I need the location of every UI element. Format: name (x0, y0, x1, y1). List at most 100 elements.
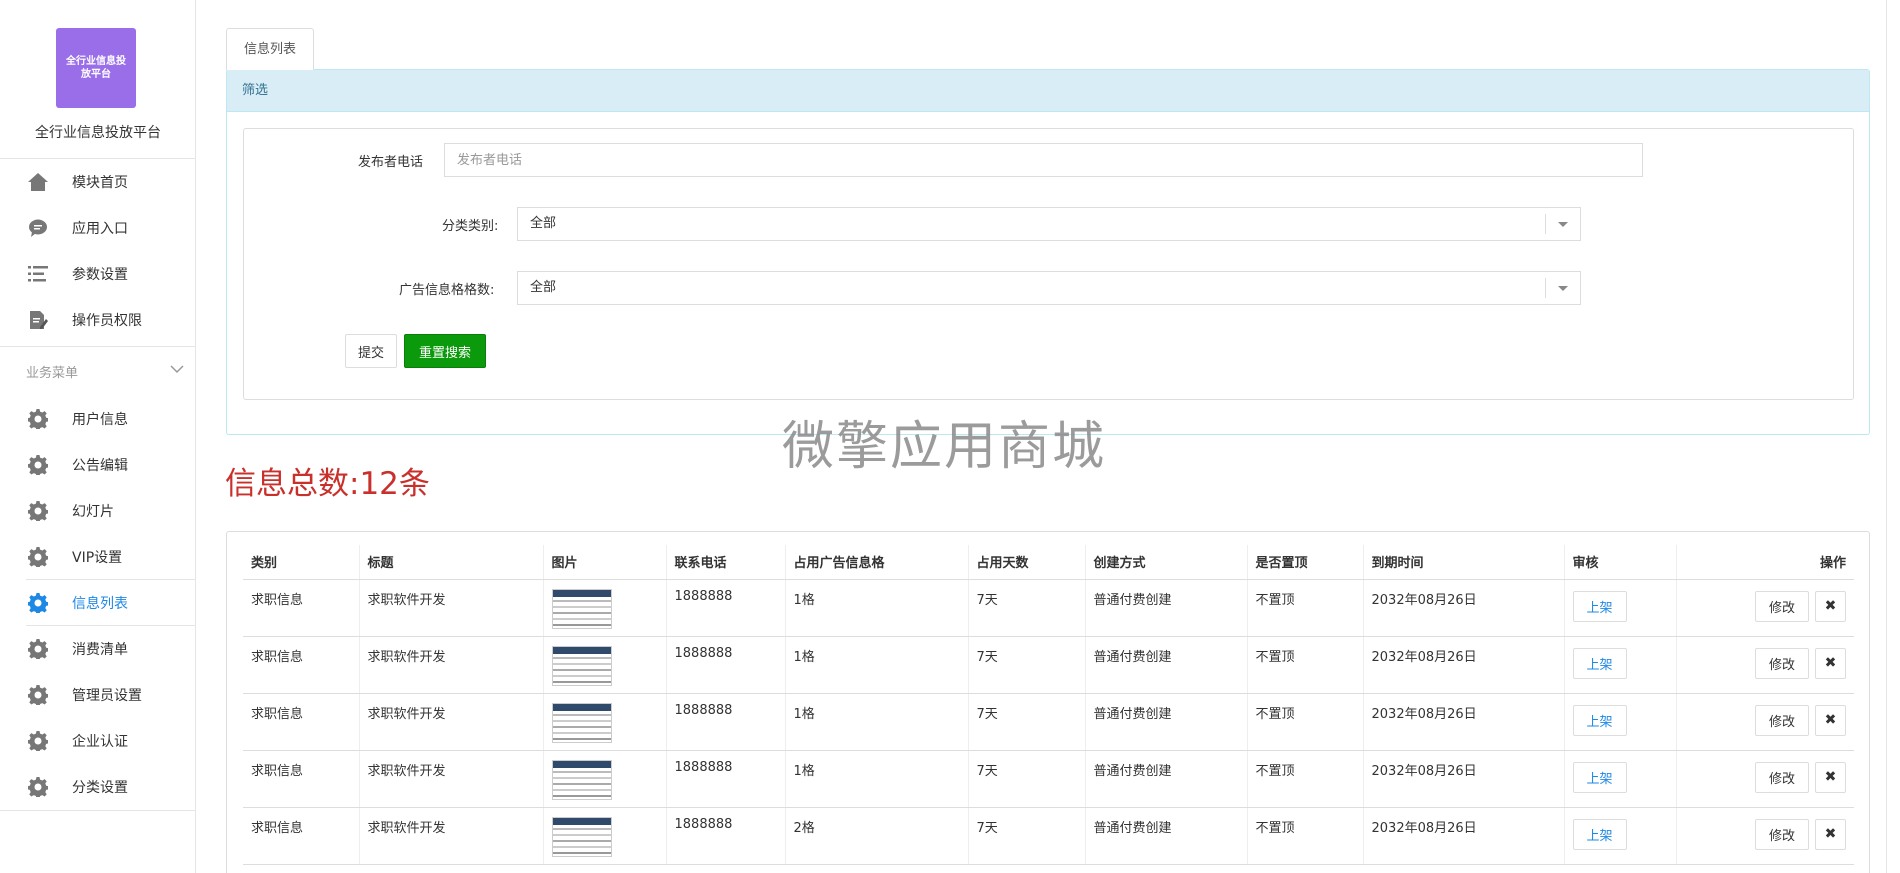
sidebar-item-slideshow[interactable]: 幻灯片 (0, 487, 196, 533)
page-right-border (1886, 0, 1887, 873)
cell-review: 上架 (1564, 636, 1677, 694)
info-table-panel: 类别 标题 图片 联系电话 占用广告信息格 占用天数 创建方式 是否置顶 到期时… (226, 531, 1870, 873)
sidebar-divider (0, 810, 196, 811)
cell-title: 求职软件开发 (359, 750, 544, 808)
cell-phone: 1888888 (666, 807, 786, 865)
cell-pinned: 不置顶 (1247, 579, 1364, 637)
edit-button[interactable]: 修改 (1755, 647, 1809, 679)
sidebar-item-vip-settings[interactable]: VIP设置 (0, 533, 196, 579)
publish-button[interactable]: 上架 (1572, 590, 1627, 622)
cell-phone: 1888888 (666, 750, 786, 808)
cell-review: 上架 (1564, 750, 1677, 808)
delete-button[interactable]: ✖ (1815, 761, 1846, 793)
cell-category: 求职信息 (243, 579, 360, 637)
cell-days: 7天 (968, 693, 1086, 751)
sidebar-item-label: 应用入口 (72, 221, 128, 237)
submit-button[interactable]: 提交 (345, 334, 397, 368)
publish-button[interactable]: 上架 (1572, 704, 1627, 736)
sidebar-item-label: 模块首页 (72, 175, 128, 191)
sidebar-section-title: 业务菜单 (26, 366, 79, 381)
list-icon (27, 263, 49, 285)
cell-ad-slots: 2格 (785, 807, 969, 865)
gear-icon (27, 638, 49, 660)
sidebar-item-admin-settings[interactable]: 管理员设置 (0, 671, 196, 717)
delete-button[interactable]: ✖ (1815, 590, 1846, 622)
cell-pinned: 不置顶 (1247, 636, 1364, 694)
col-header-image: 图片 (543, 545, 667, 580)
thumbnail-image[interactable] (551, 645, 612, 686)
table-row: 求职信息 求职软件开发 1888888 2格 7天 普通付费创建 不置顶 203… (243, 807, 1854, 865)
logo-text: 全行业信息投放平台 (66, 56, 126, 80)
tab-info-list[interactable]: 信息列表 (226, 28, 314, 70)
cell-image (543, 636, 667, 694)
table-row: 求职信息 求职软件开发 1888888 1格 7天 普通付费创建 不置顶 203… (243, 579, 1854, 637)
thumbnail-image[interactable] (551, 702, 612, 743)
watermark: 微擎应用商城 (782, 417, 1107, 477)
col-header-title: 标题 (359, 545, 544, 580)
col-header-pinned: 是否置顶 (1247, 545, 1364, 580)
gear-icon (27, 408, 49, 430)
cell-expire: 2032年08月26日 (1363, 693, 1565, 751)
publish-button[interactable]: 上架 (1572, 647, 1627, 679)
sidebar-item-announcement[interactable]: 公告编辑 (0, 441, 196, 487)
publish-button[interactable]: 上架 (1572, 818, 1627, 850)
cell-actions: 修改 ✖ (1676, 750, 1854, 808)
table-row: 求职信息 求职软件开发 1888888 1格 7天 普通付费创建 不置顶 203… (243, 693, 1854, 751)
edit-button[interactable]: 修改 (1755, 590, 1809, 622)
cell-image (543, 579, 667, 637)
cell-phone: 1888888 (666, 579, 786, 637)
delete-button[interactable]: ✖ (1815, 647, 1846, 679)
caret-down-icon (1558, 286, 1568, 291)
sidebar-item-user-info[interactable]: 用户信息 (0, 395, 196, 441)
cell-actions: 修改 ✖ (1676, 693, 1854, 751)
delete-button[interactable]: ✖ (1815, 704, 1846, 736)
table-row: 求职信息 求职软件开发 1888888 1格 7天 普通付费创建 不置顶 203… (243, 750, 1854, 808)
col-header-days: 占用天数 (968, 545, 1086, 580)
cell-ad-slots: 1格 (785, 693, 969, 751)
filter-panel: 筛选 发布者电话 分类类别: 全部 广告信息格格数: 全部 (226, 69, 1870, 435)
sidebar-item-label: 信息列表 (72, 596, 128, 612)
cell-title: 求职软件开发 (359, 807, 544, 865)
phone-search-input[interactable] (444, 143, 1643, 177)
sidebar-item-consumption[interactable]: 消费清单 (0, 625, 196, 671)
sidebar-item-operator-permissions[interactable]: 操作员权限 (0, 296, 196, 342)
sidebar-item-home[interactable]: 模块首页 (0, 158, 196, 204)
gear-icon (27, 684, 49, 706)
delete-button[interactable]: ✖ (1815, 818, 1846, 850)
cell-create-method: 普通付费创建 (1085, 693, 1248, 751)
sidebar-item-app-entry[interactable]: 应用入口 (0, 204, 196, 250)
sidebar-item-info-list[interactable]: 信息列表 (0, 579, 196, 625)
ad-slots-select[interactable]: 全部 (517, 271, 1581, 305)
category-select[interactable]: 全部 (517, 207, 1581, 241)
sidebar-item-category-settings[interactable]: 分类设置 (0, 763, 196, 809)
edit-button[interactable]: 修改 (1755, 818, 1809, 850)
thumbnail-image[interactable] (551, 816, 612, 857)
publish-button[interactable]: 上架 (1572, 761, 1627, 793)
cell-title: 求职软件开发 (359, 636, 544, 694)
reset-search-button[interactable]: 重置搜索 (404, 334, 486, 368)
sidebar-item-label: 分类设置 (72, 780, 128, 796)
sidebar-item-params[interactable]: 参数设置 (0, 250, 196, 296)
cell-days: 7天 (968, 807, 1086, 865)
col-header-review: 审核 (1564, 545, 1677, 580)
cell-actions: 修改 ✖ (1676, 636, 1854, 694)
thumbnail-image[interactable] (551, 588, 612, 629)
edit-doc-icon (27, 309, 49, 331)
cell-actions: 修改 ✖ (1676, 807, 1854, 865)
filter-panel-heading: 筛选 (227, 70, 1869, 112)
chat-icon (27, 217, 49, 239)
sidebar-item-label: 管理员设置 (72, 688, 142, 704)
col-header-expire: 到期时间 (1363, 545, 1565, 580)
thumbnail-image[interactable] (551, 759, 612, 800)
edit-button[interactable]: 修改 (1755, 704, 1809, 736)
col-header-category: 类别 (243, 545, 360, 580)
gear-icon (27, 500, 49, 522)
cell-review: 上架 (1564, 579, 1677, 637)
sidebar-item-enterprise-auth[interactable]: 企业认证 (0, 717, 196, 763)
edit-button[interactable]: 修改 (1755, 761, 1809, 793)
chevron-down-icon[interactable] (170, 362, 184, 378)
cell-create-method: 普通付费创建 (1085, 807, 1248, 865)
sidebar-item-label: 操作员权限 (72, 313, 142, 329)
ad-slots-label: 广告信息格格数: (399, 283, 495, 298)
category-select-value: 全部 (530, 216, 557, 231)
